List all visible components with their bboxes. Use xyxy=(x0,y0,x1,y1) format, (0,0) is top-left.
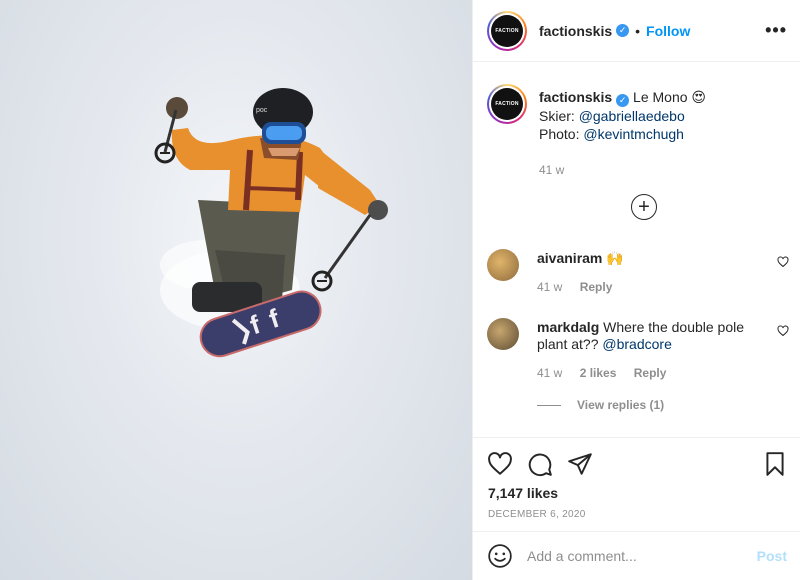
svg-text:poc: poc xyxy=(256,107,268,114)
verified-badge-icon: ✓ xyxy=(616,94,630,107)
view-replies-label: View replies (1) xyxy=(577,398,665,412)
comment-timestamp[interactable]: 41 w xyxy=(537,366,562,380)
heart-eyes-emoji: 😍 xyxy=(691,89,707,105)
commenter-username[interactable]: aivaniram xyxy=(537,250,602,266)
photographer-mention-link[interactable]: @kevintmchugh xyxy=(583,126,684,142)
smiley-icon[interactable] xyxy=(487,543,513,569)
skier-illustration: f f poc xyxy=(154,88,388,358)
brand-logo: FACTION xyxy=(491,88,523,120)
heart-icon[interactable] xyxy=(487,451,513,477)
caption-text: factionskis ✓ Le Mono 😍 Skier: @gabriella… xyxy=(539,84,706,179)
commenter-username[interactable]: markdalg xyxy=(537,319,599,335)
skier-label: Skier: xyxy=(539,108,575,124)
follow-button[interactable]: Follow xyxy=(646,23,690,39)
more-options-icon[interactable]: ••• xyxy=(765,21,787,39)
paper-plane-icon[interactable] xyxy=(567,451,593,477)
comment-like-heart-icon[interactable] xyxy=(777,256,789,268)
author-username[interactable]: factionskis xyxy=(539,23,612,39)
caption-title: Le Mono xyxy=(633,89,688,105)
brand-logo: FACTION xyxy=(491,14,523,47)
comment-input[interactable] xyxy=(527,548,757,564)
post-date[interactable]: DECEMBER 6, 2020 xyxy=(488,509,586,520)
commenter-avatar[interactable] xyxy=(487,318,519,350)
commenter-avatar[interactable] xyxy=(487,249,519,281)
bookmark-icon[interactable] xyxy=(762,451,788,477)
comment-mention-link[interactable]: @bradcore xyxy=(602,336,671,352)
instagram-post: f f poc FACTION factionskis ✓ • Follow •… xyxy=(0,0,800,580)
post-photo[interactable]: f f poc xyxy=(0,0,472,580)
photo-label: Photo: xyxy=(539,126,580,142)
reply-button[interactable]: Reply xyxy=(580,280,613,294)
skier-mention-link[interactable]: @gabriellaedebo xyxy=(579,108,685,124)
caption-avatar[interactable]: FACTION xyxy=(487,84,527,124)
comment-likes-count[interactable]: 2 likes xyxy=(580,366,617,380)
comment-like-heart-icon[interactable] xyxy=(777,325,789,337)
post-caption: FACTION factionskis ✓ Le Mono 😍 Skier: @g… xyxy=(487,84,787,179)
reply-button[interactable]: Reply xyxy=(634,366,667,380)
caption-timestamp[interactable]: 41 w xyxy=(539,161,706,179)
comment-bubble-icon[interactable] xyxy=(527,451,553,477)
comment-item: aivaniram 🙌 41 w Reply xyxy=(487,248,793,296)
post-comment-button[interactable]: Post xyxy=(757,548,787,564)
add-comment-bar: Post xyxy=(473,531,800,580)
plus-circle-icon[interactable]: + xyxy=(631,194,657,220)
likes-count[interactable]: 7,147 likes xyxy=(488,485,558,501)
view-replies-button[interactable]: View replies (1) xyxy=(537,398,664,412)
post-actions: 7,147 likes DECEMBER 6, 2020 xyxy=(473,437,800,531)
post-header: FACTION factionskis ✓ • Follow ••• xyxy=(473,0,800,62)
separator-dot: • xyxy=(635,22,641,39)
comment-meta: 41 w Reply xyxy=(537,279,767,296)
comment-item: markdalg Where the double pole plant at?… xyxy=(487,317,793,382)
divider-line xyxy=(537,404,561,406)
post-sidebar: FACTION factionskis ✓ • Follow ••• FACTI… xyxy=(472,0,800,580)
caption-username[interactable]: factionskis xyxy=(539,89,612,105)
avatar[interactable]: FACTION xyxy=(487,10,527,51)
verified-badge-icon: ✓ xyxy=(616,24,630,37)
comment-timestamp[interactable]: 41 w xyxy=(537,280,562,294)
comment-meta: 41 w 2 likes Reply xyxy=(537,365,767,382)
comment-text: 🙌 xyxy=(606,250,624,266)
